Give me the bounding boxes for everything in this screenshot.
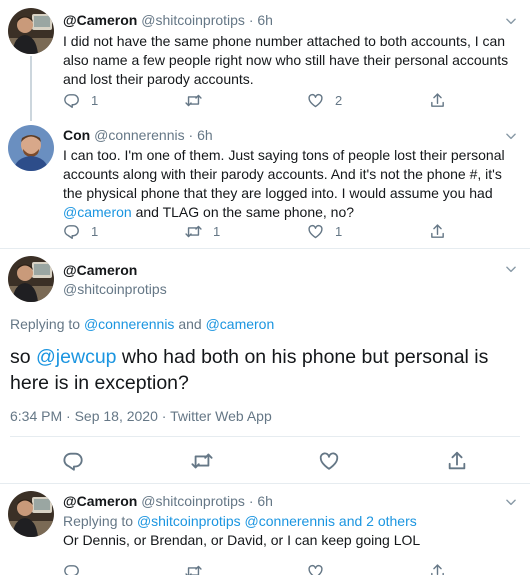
chevron-down-icon[interactable] <box>504 495 518 509</box>
reply-icon <box>63 563 80 575</box>
chevron-down-icon[interactable] <box>504 129 518 143</box>
tweet-meta: @Cameron @shitcoinprotips · 6h <box>63 493 273 509</box>
like-button[interactable] <box>307 561 324 575</box>
tweet-meta: Con @connerennis · 6h <box>63 127 213 143</box>
mention-link[interactable]: @jewcup <box>36 346 117 368</box>
tweet-time[interactable]: 6h <box>197 127 213 143</box>
tweet-con[interactable]: Con @connerennis · 6h I can too. I'm one… <box>0 117 530 248</box>
tweet-text-part: and TLAG on the same phone, no? <box>131 204 355 220</box>
tweet-text: I can too. I'm one of them. Just saying … <box>63 146 518 222</box>
reply-count: 1 <box>91 223 99 239</box>
main-tweet-actions <box>0 450 530 472</box>
retweet-button[interactable] <box>185 561 202 575</box>
thread-line <box>30 117 32 121</box>
replying-and: and <box>174 316 206 332</box>
tweet-text: I did not have the same phone number att… <box>63 33 509 87</box>
share-button[interactable] <box>446 450 468 472</box>
tweet-text: Or Dennis, or Brendan, or David, or I ca… <box>63 532 421 548</box>
tweet-text-part: I can too. I'm one of them. Just saying … <box>63 147 505 201</box>
avatar[interactable] <box>8 491 54 537</box>
avatar[interactable] <box>8 256 54 302</box>
avatar[interactable] <box>8 125 54 171</box>
replying-prefix: Replying to <box>10 316 84 332</box>
retweet-icon <box>191 450 213 472</box>
chevron-down-icon[interactable] <box>504 14 518 28</box>
display-name[interactable]: @Cameron <box>63 493 137 509</box>
user-handle[interactable]: @connerennis <box>94 127 185 143</box>
tweet-cameron-reply[interactable]: @Cameron @shitcoinprotips · 6h Replying … <box>0 483 530 575</box>
separator-dot: · <box>248 12 254 28</box>
like-icon <box>307 92 324 109</box>
reply-icon <box>63 223 80 240</box>
share-button[interactable] <box>429 90 446 110</box>
reply-button[interactable]: 1 <box>63 90 98 110</box>
reply-icon <box>62 450 84 472</box>
share-icon <box>429 563 446 575</box>
user-handle[interactable]: @shitcoinprotips <box>141 493 245 509</box>
display-name[interactable]: @Cameron <box>63 262 137 278</box>
tweet-timestamp[interactable]: 6:34 PM · Sep 18, 2020 · Twitter Web App <box>10 408 272 424</box>
retweet-count: 1 <box>213 223 221 239</box>
tweet-text-part: so <box>10 346 37 368</box>
replying-to: Replying to @connerennis and @cameron <box>10 316 274 332</box>
tweet-text: so @jewcup who had both on his phone but… <box>10 344 520 396</box>
replying-to: Replying to @shitcoinprotips @connerenni… <box>63 512 518 531</box>
like-count: 1 <box>335 223 343 239</box>
tweet-actions: 1 2 <box>63 90 463 110</box>
tweet-cameron-1[interactable]: @Cameron @shitcoinprotips · 6h I did not… <box>0 0 530 117</box>
tweet-time[interactable]: 6h <box>257 493 273 509</box>
reply-button[interactable] <box>63 561 80 575</box>
divider <box>0 248 530 249</box>
user-handle[interactable]: @shitcoinprotips <box>141 12 245 28</box>
user-handle[interactable]: @shitcoinprotips <box>63 281 167 297</box>
retweet-icon <box>185 223 202 240</box>
share-icon <box>446 450 468 472</box>
mention-link[interactable]: @cameron <box>206 316 275 332</box>
like-button[interactable]: 1 <box>307 221 342 241</box>
share-button[interactable] <box>429 561 446 575</box>
avatar[interactable] <box>8 8 54 54</box>
retweet-icon <box>185 563 202 575</box>
share-icon <box>429 92 446 109</box>
display-name[interactable]: Con <box>63 127 90 143</box>
mention-link[interactable]: @shitcoinprotips @connerennis and 2 othe… <box>137 513 417 529</box>
tweet-actions <box>63 561 463 575</box>
thread-line <box>30 56 32 117</box>
tweet-time[interactable]: 6h <box>257 12 273 28</box>
retweet-button[interactable] <box>185 90 213 110</box>
chevron-down-icon[interactable] <box>504 262 518 276</box>
reply-button[interactable] <box>62 450 84 472</box>
reply-button[interactable]: 1 <box>63 221 98 241</box>
tweet-actions: 1 1 1 <box>63 221 463 241</box>
mention-link[interactable]: @connerennis <box>84 316 175 332</box>
share-button[interactable] <box>429 221 446 241</box>
separator-dot: · <box>248 493 254 509</box>
share-icon <box>429 223 446 240</box>
like-icon <box>318 450 340 472</box>
divider <box>10 436 520 437</box>
retweet-icon <box>185 92 202 109</box>
mention-link[interactable]: @cameron <box>63 204 132 220</box>
retweet-button[interactable]: 1 <box>185 221 220 241</box>
display-name[interactable]: @Cameron <box>63 12 137 28</box>
retweet-button[interactable] <box>191 450 213 472</box>
reply-count: 1 <box>91 92 99 108</box>
like-count: 2 <box>335 92 343 108</box>
replying-prefix: Replying to <box>63 513 137 529</box>
like-icon <box>307 563 324 575</box>
like-button[interactable] <box>318 450 340 472</box>
like-icon <box>307 223 324 240</box>
separator-dot: · <box>188 127 194 143</box>
like-button[interactable]: 2 <box>307 90 342 110</box>
tweet-meta: @Cameron @shitcoinprotips · 6h <box>63 12 273 28</box>
reply-icon <box>63 92 80 109</box>
